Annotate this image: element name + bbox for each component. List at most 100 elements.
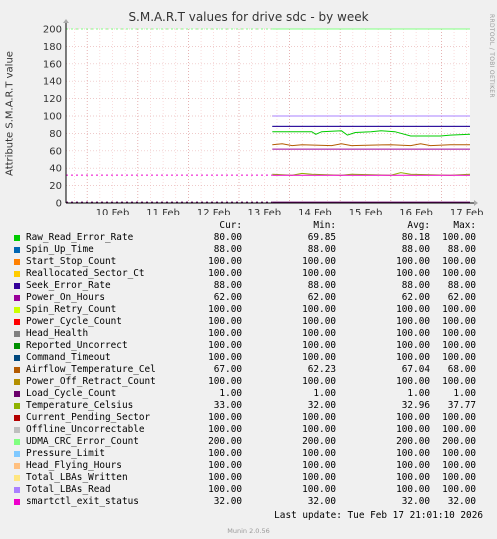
- value-min: 62.00: [307, 292, 336, 303]
- legend-swatch: [14, 451, 20, 457]
- value-cur: 100.00: [208, 256, 242, 267]
- x-tick-label: 16 Feb: [399, 208, 433, 215]
- legend-swatch: [14, 331, 20, 337]
- value-min: 100.00: [302, 316, 336, 327]
- value-max: 200.00: [442, 436, 476, 447]
- value-min: 100.00: [302, 328, 336, 339]
- legend-row: Power_Off_Retract_Count 100.00 100.00 100.0…: [10, 376, 490, 388]
- legend-name: Offline_Uncorrectable: [26, 424, 145, 435]
- y-tick-label: 40: [49, 164, 62, 175]
- legend-row: Temperature_Celsius 33.00 32.00 32.96 37.77: [10, 400, 490, 412]
- value-min: 88.00: [307, 244, 336, 255]
- legend-row: Seek_Error_Rate 88.00 88.00 88.00 88.00: [10, 280, 490, 292]
- y-tick-label: 120: [43, 94, 62, 105]
- legend-swatch: [14, 355, 20, 361]
- value-max: 100.00: [442, 352, 476, 363]
- value-min: 100.00: [302, 424, 336, 435]
- value-max: 100.00: [442, 484, 476, 495]
- value-cur: 100.00: [208, 328, 242, 339]
- legend-name: Power_On_Hours: [26, 292, 106, 303]
- value-min: 32.00: [307, 400, 336, 411]
- legend-row: Start_Stop_Count 100.00 100.00 100.00 100.00: [10, 256, 490, 268]
- header-min: Min:: [313, 220, 336, 231]
- value-cur: 32.00: [213, 496, 242, 507]
- y-axis-arrow: [63, 19, 69, 23]
- legend-swatch: [14, 427, 20, 433]
- value-cur: 62.00: [213, 292, 242, 303]
- legend-name: Head_Flying_Hours: [26, 460, 122, 471]
- value-max: 88.00: [447, 244, 476, 255]
- legend-name: Load_Cycle_Count: [26, 388, 117, 399]
- legend-name: Head_Health: [26, 328, 89, 339]
- legend-name: Airflow_Temperature_Cel: [26, 364, 156, 375]
- legend-swatch: [14, 307, 20, 313]
- legend-swatch: [14, 343, 20, 349]
- value-max: 100.00: [442, 256, 476, 267]
- legend-name: Reallocated_Sector_Ct: [26, 268, 145, 279]
- legend-name: Total_LBAs_Written: [26, 472, 128, 483]
- legend-swatch: [14, 319, 20, 325]
- y-tick-label: 80: [49, 129, 62, 140]
- value-max: 100.00: [442, 340, 476, 351]
- legend-row: Head_Flying_Hours 100.00 100.00 100.00 100.0…: [10, 460, 490, 472]
- legend-row: smartctl_exit_status 32.00 32.00 32.00 32.00: [10, 496, 490, 508]
- value-min: 100.00: [302, 484, 336, 495]
- value-max: 100.00: [442, 460, 476, 471]
- value-cur: 100.00: [208, 472, 242, 483]
- value-min: 100.00: [302, 412, 336, 423]
- legend-swatch: [14, 247, 20, 253]
- chart-plot: 0 20 40 60 80 100 120 140 160 180 200 10 Feb 11 Feb 1…: [43, 19, 484, 215]
- value-cur: 100.00: [208, 424, 242, 435]
- legend-row: Total_LBAs_Written 100.00 100.00 100.00 100.…: [10, 472, 490, 484]
- value-min: 100.00: [302, 448, 336, 459]
- legend-swatch: [14, 439, 20, 445]
- value-cur: 100.00: [208, 304, 242, 315]
- legend-row: Raw_Read_Error_Rate 80.00 69.85 80.18 100.00: [10, 232, 490, 244]
- legend-row: UDMA_CRC_Error_Count 200.00 200.00 200.00 20…: [10, 436, 490, 448]
- legend-row: Current_Pending_Sector 100.00 100.00 100.00…: [10, 412, 490, 424]
- legend-name: Raw_Read_Error_Rate: [26, 232, 134, 243]
- legend-name: smartctl_exit_status: [26, 496, 139, 507]
- y-tick-label: 20: [49, 181, 62, 192]
- legend-row: Reported_Uncorrect 100.00 100.00 100.00 100.…: [10, 340, 490, 352]
- legend-name: Temperature_Celsius: [26, 400, 134, 411]
- legend-name: Current_Pending_Sector: [26, 412, 151, 423]
- value-min: 100.00: [302, 472, 336, 483]
- legend-swatch: [14, 271, 20, 277]
- x-tick-label: 17 Feb: [450, 208, 484, 215]
- legend-row: Offline_Uncorrectable 100.00 100.00 100.00 1…: [10, 424, 490, 436]
- value-cur: 100.00: [208, 484, 242, 495]
- legend-name: Command_Timeout: [26, 352, 111, 363]
- legend-swatch: [14, 367, 20, 373]
- x-tick-label: 11 Feb: [146, 208, 180, 215]
- value-min: 32.00: [307, 496, 336, 507]
- value-cur: 88.00: [213, 280, 242, 291]
- value-cur: 100.00: [208, 352, 242, 363]
- value-cur: 80.00: [213, 232, 242, 243]
- value-max: 37.77: [447, 400, 476, 411]
- value-max: 100.00: [442, 268, 476, 279]
- legend-name: Power_Off_Retract_Count: [26, 376, 156, 387]
- x-tick-label: 15 Feb: [349, 208, 383, 215]
- y-tick-label: 160: [43, 59, 62, 70]
- value-cur: 100.00: [208, 268, 242, 279]
- legend-swatch: [14, 295, 20, 301]
- x-tick-label: 10 Feb: [96, 208, 130, 215]
- value-max: 100.00: [442, 412, 476, 423]
- legend-row: Command_Timeout 100.00 100.00 100.00 100.00: [10, 352, 490, 364]
- header-cur: Cur:: [219, 220, 242, 231]
- value-max: 1.00: [453, 388, 476, 399]
- value-max: 100.00: [442, 304, 476, 315]
- value-cur: 100.00: [208, 340, 242, 351]
- legend-header: Cur: Min: Avg: Max:: [10, 220, 490, 232]
- value-max: 100.00: [442, 424, 476, 435]
- legend-row: Spin_Retry_Count 100.00 100.00 100.00 100.00: [10, 304, 490, 316]
- legend-name: Start_Stop_Count: [26, 256, 117, 267]
- value-cur: 33.00: [213, 400, 242, 411]
- legend-name: Seek_Error_Rate: [26, 280, 111, 291]
- legend: Cur: Min: Avg: Max: Raw_Read_Error_Rate 8…: [10, 220, 490, 508]
- x-axis-arrow: [474, 200, 478, 206]
- legend-name: Power_Cycle_Count: [26, 316, 122, 327]
- value-cur: 67.00: [213, 364, 242, 375]
- legend-row: Power_On_Hours 62.00 62.00 62.00 62.00: [10, 292, 490, 304]
